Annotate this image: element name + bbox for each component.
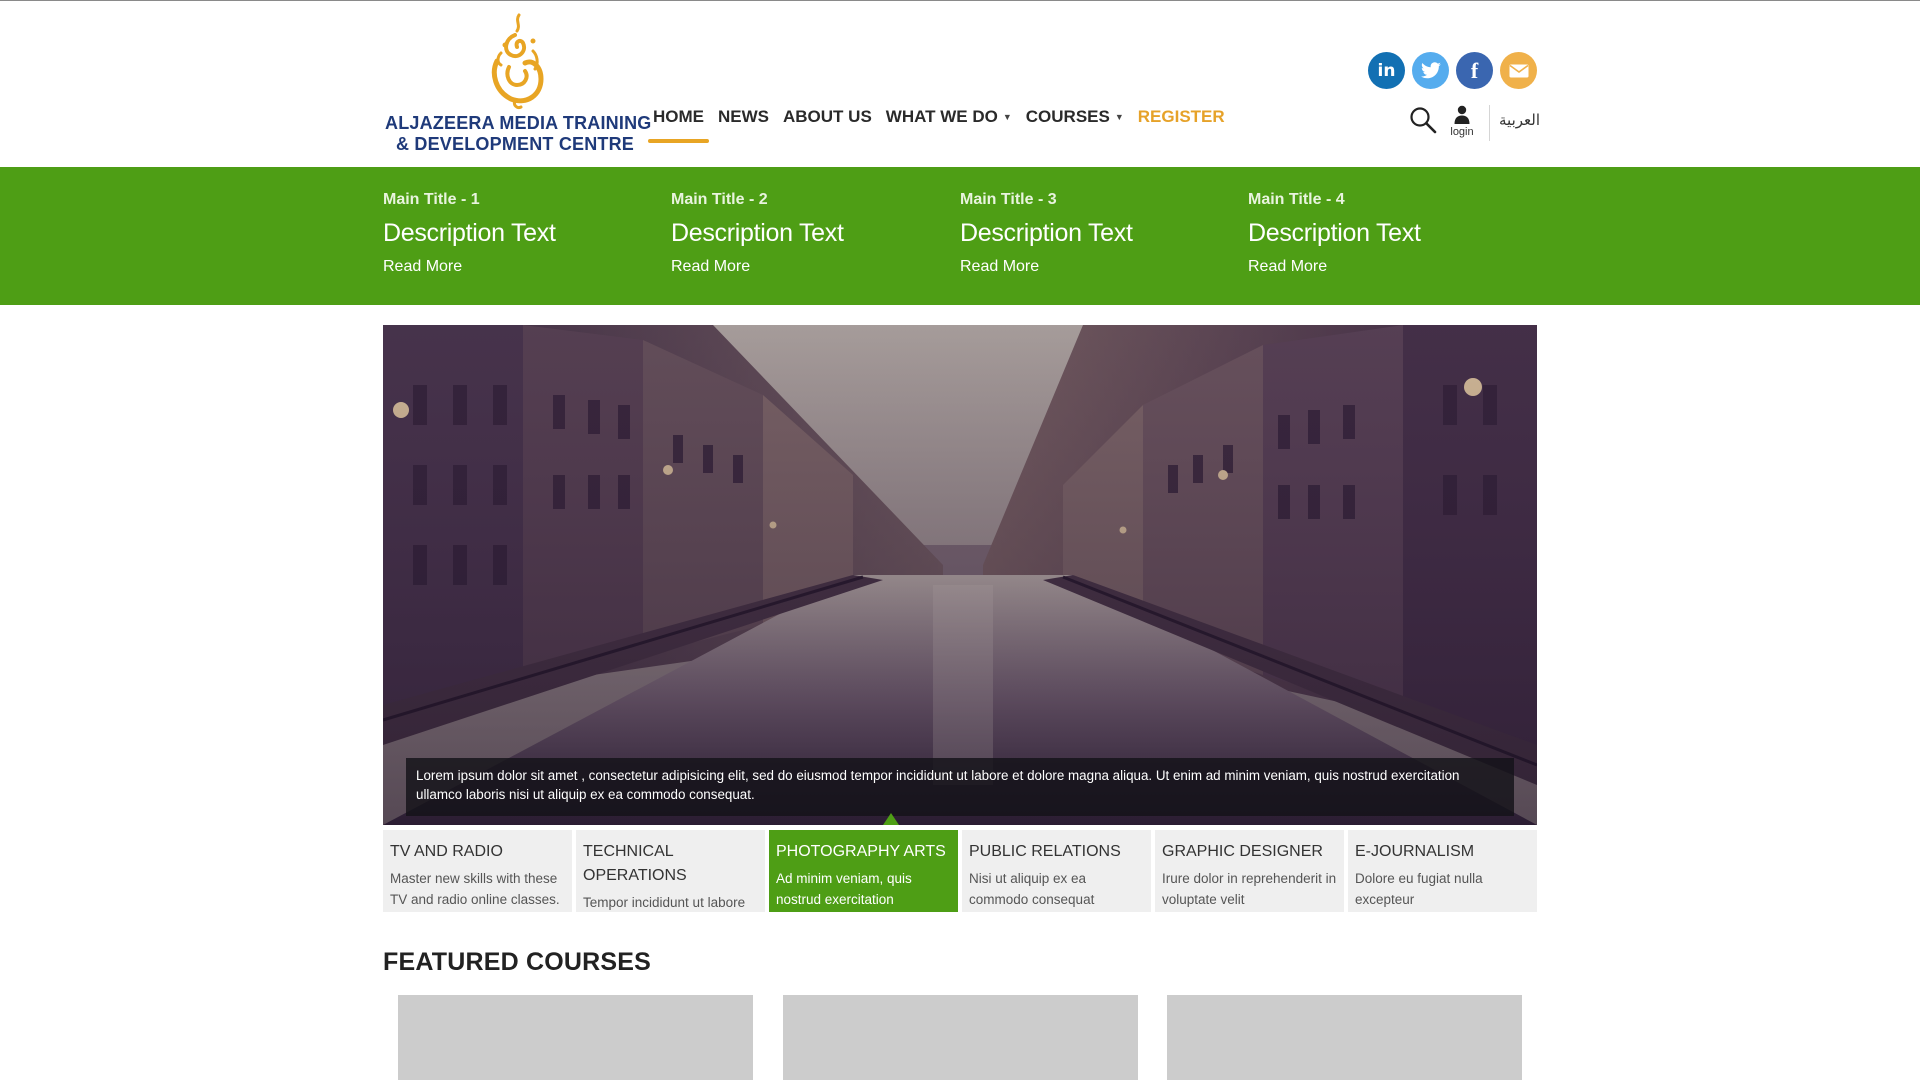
nav-what-we-do[interactable]: WHAT WE DO ▼ bbox=[886, 107, 1012, 127]
tab-public-relations[interactable]: PUBLIC RELATIONS Nisi ut aliquip ex ea c… bbox=[962, 830, 1151, 912]
chevron-down-icon: ▼ bbox=[1114, 112, 1124, 122]
hero-canal-image bbox=[383, 325, 1537, 825]
feature-band-item: Main Title - 4 Description Text Read Mor… bbox=[1248, 191, 1518, 276]
feature-title: Main Title - 3 bbox=[960, 191, 1057, 208]
hero-slider[interactable]: Lorem ipsum dolor sit amet , consectetur… bbox=[383, 325, 1537, 825]
read-more-link[interactable]: Read More bbox=[671, 258, 941, 276]
tab-description: Ad minim veniam, quis nostrud exercitati… bbox=[776, 871, 912, 907]
tab-e-journalism[interactable]: E-JOURNALISM Dolore eu fugiat nulla exce… bbox=[1348, 830, 1537, 912]
feature-band-item: Main Title - 3 Description Text Read Mor… bbox=[960, 191, 1230, 276]
feature-description: Description Text bbox=[383, 219, 556, 247]
tab-description: Nisi ut aliquip ex ea commodo consequat bbox=[969, 871, 1095, 907]
course-card-placeholder[interactable] bbox=[398, 995, 753, 1080]
read-more-link[interactable]: Read More bbox=[1248, 258, 1518, 276]
nav-courses[interactable]: COURSES ▼ bbox=[1026, 107, 1124, 127]
main-nav: HOME NEWS ABOUT US WHAT WE DO ▼ COURSES … bbox=[648, 107, 1239, 143]
tab-title: E-JOURNALISM bbox=[1355, 843, 1475, 860]
active-tab-pointer bbox=[883, 813, 899, 825]
site-logo[interactable]: ALJAZEERA MEDIA TRAINING & DEVELOPMENT C… bbox=[383, 11, 651, 156]
feature-title: Main Title - 2 bbox=[671, 191, 768, 208]
tab-graphic-designer[interactable]: GRAPHIC DESIGNER Irure dolor in reprehen… bbox=[1155, 830, 1344, 912]
feature-title: Main Title - 4 bbox=[1248, 191, 1345, 208]
tab-title: TECHNICAL OPERATIONS bbox=[583, 843, 687, 884]
feature-band: Main Title - 1 Description Text Read Mor… bbox=[0, 167, 1920, 305]
search-button[interactable] bbox=[1408, 105, 1438, 135]
feature-title: Main Title - 1 bbox=[383, 191, 480, 208]
language-switch-arabic[interactable]: العربية bbox=[1499, 111, 1540, 129]
feature-description: Description Text bbox=[671, 219, 844, 247]
aljazeera-calligraphy-logo-icon bbox=[491, 13, 544, 109]
read-more-link[interactable]: Read More bbox=[383, 258, 653, 276]
user-icon bbox=[1454, 105, 1470, 124]
twitter-bird-icon bbox=[1420, 61, 1441, 78]
hero-caption: Lorem ipsum dolor sit amet , consectetur… bbox=[406, 758, 1514, 816]
nav-about-us[interactable]: ABOUT US bbox=[783, 107, 872, 127]
email-icon[interactable] bbox=[1500, 52, 1537, 89]
nav-register[interactable]: REGISTER bbox=[1138, 107, 1225, 127]
featured-courses-list bbox=[398, 995, 1522, 1080]
tab-title: TV AND RADIO bbox=[390, 843, 503, 860]
envelope-icon bbox=[1509, 64, 1528, 77]
social-links: in f bbox=[1368, 52, 1537, 89]
tab-description: Dolore eu fugiat nulla excepteur bbox=[1355, 871, 1483, 907]
chevron-down-icon: ▼ bbox=[1002, 112, 1012, 122]
tab-title: PHOTOGRAPHY ARTS bbox=[776, 843, 946, 860]
tab-technical-operations[interactable]: TECHNICAL OPERATIONS Tempor incididunt u… bbox=[576, 830, 765, 912]
login-label: login bbox=[1450, 126, 1474, 138]
course-card-placeholder[interactable] bbox=[1167, 995, 1522, 1080]
tab-title: GRAPHIC DESIGNER bbox=[1162, 843, 1323, 860]
featured-courses-heading: FEATURED COURSES bbox=[383, 948, 652, 976]
nav-news[interactable]: NEWS bbox=[718, 107, 769, 127]
course-card-placeholder[interactable] bbox=[783, 995, 1138, 1080]
nav-courses-label: COURSES bbox=[1025, 107, 1110, 126]
logo-text-line2: & DEVELOPMENT CENTRE bbox=[396, 134, 635, 154]
feature-description: Description Text bbox=[960, 219, 1133, 247]
facebook-icon[interactable]: f bbox=[1456, 52, 1493, 89]
header-tools: login العربية bbox=[1408, 105, 1540, 145]
feature-band-item: Main Title - 1 Description Text Read Mor… bbox=[383, 191, 653, 276]
feature-description: Description Text bbox=[1248, 219, 1421, 247]
read-more-link[interactable]: Read More bbox=[960, 258, 1230, 276]
tab-description: Tempor incididunt ut labore et bbox=[583, 895, 746, 910]
nav-home[interactable]: HOME bbox=[648, 107, 709, 143]
category-tabs: TV AND RADIO Master new skills with thes… bbox=[383, 830, 1537, 912]
nav-what-we-do-label: WHAT WE DO bbox=[885, 107, 998, 126]
login-button[interactable]: login bbox=[1447, 105, 1477, 143]
tab-description: Master new skills with these TV and radi… bbox=[390, 871, 560, 907]
logo-text-line1: ALJAZEERA MEDIA TRAINING bbox=[385, 113, 652, 133]
feature-band-item: Main Title - 2 Description Text Read Mor… bbox=[671, 191, 941, 276]
linkedin-icon[interactable]: in bbox=[1368, 52, 1405, 89]
site-header: ALJAZEERA MEDIA TRAINING & DEVELOPMENT C… bbox=[0, 1, 1920, 167]
tab-title: PUBLIC RELATIONS bbox=[969, 843, 1121, 860]
twitter-icon[interactable] bbox=[1412, 52, 1449, 89]
tab-tv-and-radio[interactable]: TV AND RADIO Master new skills with thes… bbox=[383, 830, 572, 912]
tab-description: Irure dolor in reprehenderit in voluptat… bbox=[1162, 871, 1337, 907]
header-divider bbox=[1489, 105, 1490, 141]
tab-photography-arts[interactable]: PHOTOGRAPHY ARTS Ad minim veniam, quis n… bbox=[769, 830, 958, 912]
search-icon bbox=[1410, 107, 1437, 134]
